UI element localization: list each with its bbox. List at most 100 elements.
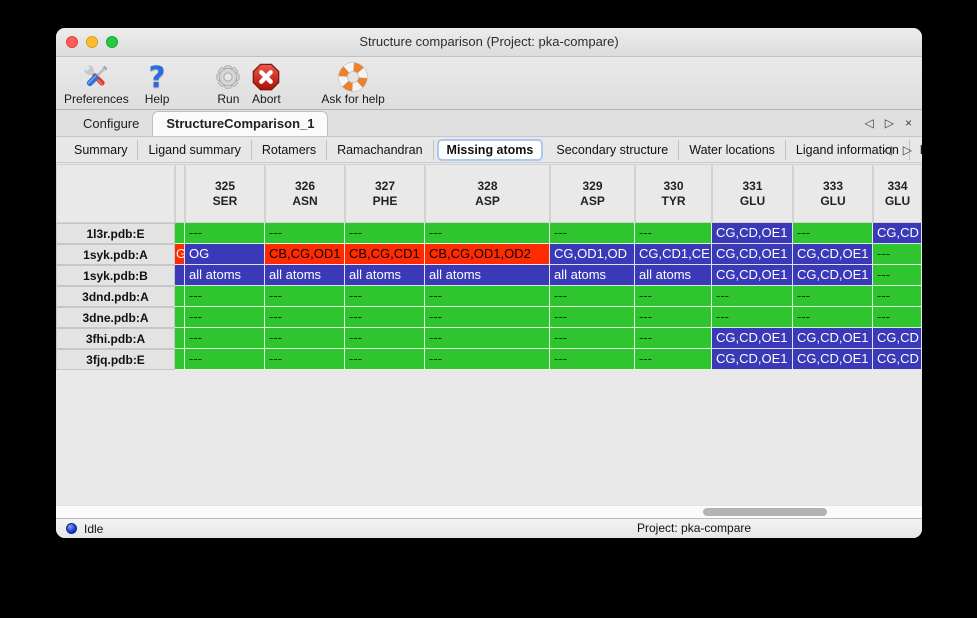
tab-ramachandran[interactable]: Ramachandran — [327, 140, 433, 160]
cell: --- — [550, 349, 635, 370]
preferences-button[interactable]: Preferences — [64, 60, 129, 106]
tab-missing-atoms[interactable]: Missing atoms — [437, 139, 544, 161]
column-header: 330TYR — [635, 164, 712, 223]
cell: CG,CD,OE1 — [712, 328, 793, 349]
tab-close-icon[interactable]: × — [905, 116, 912, 130]
tab-water-locations[interactable]: Water locations — [679, 140, 786, 160]
missing-atoms-table: 325SER326ASN327PHE328ASP329ASP330TYR331G… — [56, 164, 922, 370]
cell: CG,CD — [873, 349, 922, 370]
cell: --- — [635, 223, 712, 244]
cell: --- — [793, 223, 873, 244]
table-row: 1l3r.pdb:E------------------CG,CD,OE1---… — [56, 223, 922, 244]
tab-scroll-right-icon[interactable]: ▷ — [885, 116, 894, 130]
cell: --- — [425, 286, 550, 307]
app-window: Structure comparison (Project: pka-compa… — [56, 28, 922, 538]
question-mark-icon: ? — [149, 60, 166, 93]
tab-secondary-structure[interactable]: Secondary structure — [546, 140, 679, 160]
subtab-scroll-left-icon[interactable]: ◁ — [883, 143, 892, 157]
zoom-window-button[interactable] — [106, 36, 118, 48]
table-row: 1syk.pdb:Ball atomsall atomsall atomsall… — [56, 265, 922, 286]
cell: --- — [185, 349, 265, 370]
run-button[interactable]: Run — [213, 60, 243, 106]
status-text: Idle — [84, 522, 103, 536]
tab-scroll-left-icon[interactable]: ◁ — [865, 116, 874, 130]
row-label: 1syk.pdb:A — [56, 244, 175, 265]
status-bar: Idle Project: pka-compare — [56, 518, 922, 538]
column-header: 334GLU — [873, 164, 922, 223]
cell: --- — [873, 265, 922, 286]
help-label: Help — [145, 93, 170, 106]
subtab-scroll-right-icon[interactable]: ▷ — [903, 143, 912, 157]
tab-ligand-summary[interactable]: Ligand summary — [138, 140, 251, 160]
cell: CG,CD,OE1 — [793, 265, 873, 286]
column-header: 326ASN — [265, 164, 345, 223]
gear-icon — [213, 60, 243, 93]
cell: CG,OD1,OD — [550, 244, 635, 265]
document-tab-nav: ◁ ▷ × — [865, 110, 912, 136]
table-corner-cell — [56, 164, 175, 223]
ask-for-help-button[interactable]: Ask for help — [321, 60, 384, 106]
cell: CG,CD,OE1 — [712, 244, 793, 265]
cell: --- — [712, 286, 793, 307]
cell: --- — [873, 286, 922, 307]
cell: CG,CD,OE1 — [712, 223, 793, 244]
cell: --- — [635, 307, 712, 328]
tab-summary[interactable]: Summary — [64, 140, 138, 160]
cell: --- — [425, 328, 550, 349]
tools-icon — [80, 60, 112, 93]
screen: Structure comparison (Project: pka-compa… — [0, 0, 977, 618]
cell: --- — [345, 328, 425, 349]
cell: CG,CD,OE1 — [793, 349, 873, 370]
cell: --- — [345, 349, 425, 370]
stop-x-icon — [251, 60, 281, 93]
cell: --- — [265, 328, 345, 349]
toolbar: Preferences ? Help — [56, 57, 922, 110]
table-row: 3dnd.pdb:A--------------------------- — [56, 286, 922, 307]
abort-label: Abort — [252, 93, 281, 106]
tab-configure[interactable]: Configure — [70, 112, 152, 136]
cell: --- — [345, 286, 425, 307]
cell: --- — [550, 223, 635, 244]
tab-rotamers[interactable]: Rotamers — [252, 140, 327, 160]
column-header — [175, 164, 185, 223]
cell: --- — [265, 349, 345, 370]
cell: CG,CD — [873, 328, 922, 349]
cell: --- — [425, 223, 550, 244]
cell: OG — [185, 244, 265, 265]
cell: G — [175, 244, 185, 265]
cell: --- — [345, 223, 425, 244]
minimize-window-button[interactable] — [86, 36, 98, 48]
row-label: 1syk.pdb:B — [56, 265, 175, 286]
cell: --- — [635, 328, 712, 349]
cell — [175, 223, 185, 244]
cell — [175, 307, 185, 328]
project-label: Project: pka-compare — [637, 519, 751, 538]
tab-structurecomparison-1[interactable]: StructureComparison_1 — [152, 111, 328, 136]
abort-button[interactable]: Abort — [251, 60, 281, 106]
cell: --- — [185, 286, 265, 307]
view-tab-nav: ◁ ▷ — [883, 137, 912, 162]
scrollbar-thumb[interactable] — [703, 508, 827, 516]
help-button[interactable]: ? Help — [145, 60, 170, 106]
cell: --- — [793, 286, 873, 307]
cell: --- — [712, 307, 793, 328]
cell — [175, 286, 185, 307]
column-header: 325SER — [185, 164, 265, 223]
cell: --- — [345, 307, 425, 328]
cell: --- — [793, 307, 873, 328]
cell: CG,CD,OE1 — [793, 244, 873, 265]
ask-for-help-label: Ask for help — [321, 93, 384, 106]
cell: --- — [185, 307, 265, 328]
cell: --- — [185, 328, 265, 349]
cell: --- — [873, 244, 922, 265]
cell: --- — [425, 307, 550, 328]
close-window-button[interactable] — [66, 36, 78, 48]
cell: --- — [265, 286, 345, 307]
cell: all atoms — [425, 265, 550, 286]
cell: CB,CG,OD1,OD2 — [425, 244, 550, 265]
cell: --- — [550, 286, 635, 307]
column-header: 328ASP — [425, 164, 550, 223]
horizontal-scrollbar[interactable] — [56, 505, 922, 518]
cell — [175, 265, 185, 286]
table-row: 3dne.pdb:A--------------------------- — [56, 307, 922, 328]
